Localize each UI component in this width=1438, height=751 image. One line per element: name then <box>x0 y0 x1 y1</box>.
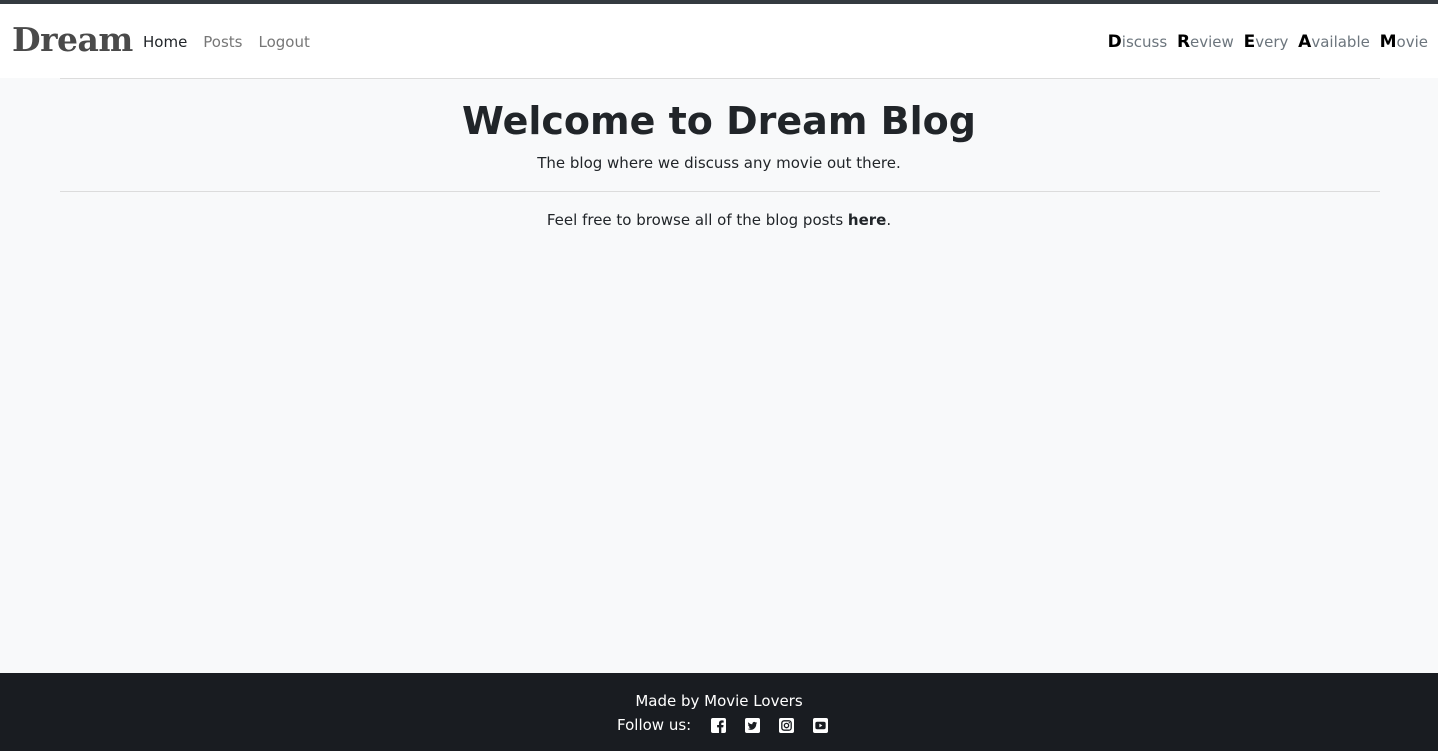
follow-label: Follow us: <box>617 716 692 734</box>
nav-link-posts[interactable]: Posts <box>203 32 242 52</box>
footer: Made by Movie Lovers Follow us: <box>0 673 1438 751</box>
tagline-word-movie: Movie <box>1379 32 1428 52</box>
instagram-icon[interactable] <box>779 717 795 733</box>
header-divider <box>60 78 1380 79</box>
facebook-icon[interactable] <box>711 717 727 733</box>
page-subtitle: The blog where we discuss any movie out … <box>537 154 901 172</box>
tagline-word-review: Review <box>1176 32 1234 52</box>
navbar: Dream Home Posts Logout Discuss Review E… <box>0 4 1438 78</box>
footer-credit: Made by Movie Lovers <box>635 692 803 710</box>
browse-posts-link[interactable]: here <box>848 211 886 229</box>
page-title: Welcome to Dream Blog <box>462 99 976 143</box>
content-divider <box>60 191 1380 192</box>
browse-paragraph: Feel free to browse all of the blog post… <box>546 211 892 229</box>
brand-logo[interactable]: Dream <box>12 18 133 62</box>
nav-link-home[interactable]: Home <box>143 32 187 52</box>
tagline-acronym: Discuss Review Every Available Movie <box>1108 31 1428 53</box>
main-nav: Home Posts Logout <box>143 32 310 52</box>
tagline-word-available: Available <box>1298 32 1370 52</box>
tagline-word-every: Every <box>1243 32 1289 52</box>
youtube-icon[interactable] <box>813 717 829 733</box>
footer-follow: Follow us: <box>617 714 829 736</box>
social-links <box>711 717 829 733</box>
tagline-word-discuss: Discuss <box>1107 32 1168 52</box>
nav-link-logout[interactable]: Logout <box>259 32 310 52</box>
twitter-icon[interactable] <box>745 717 761 733</box>
